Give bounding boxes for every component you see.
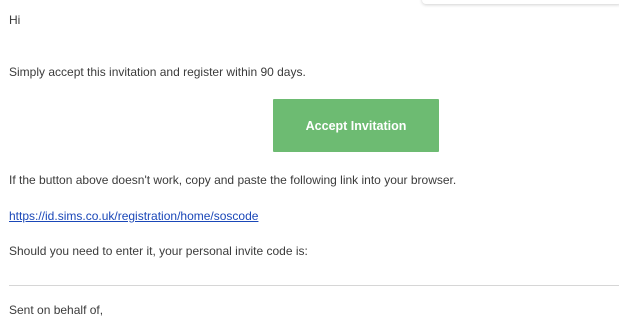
intro-text: Simply accept this invitation and regist…	[9, 65, 306, 79]
divider	[9, 285, 619, 286]
top-panel-edge	[422, 0, 619, 4]
fallback-instructions: If the button above doesn't work, copy a…	[9, 173, 457, 187]
sign-off-text: Sent on behalf of,	[9, 303, 104, 317]
accept-invitation-button[interactable]: Accept Invitation	[273, 99, 439, 152]
registration-link[interactable]: https://id.sims.co.uk/registration/home/…	[9, 209, 258, 223]
greeting-text: Hi	[9, 13, 21, 27]
invite-code-text: Should you need to enter it, your person…	[9, 244, 308, 258]
